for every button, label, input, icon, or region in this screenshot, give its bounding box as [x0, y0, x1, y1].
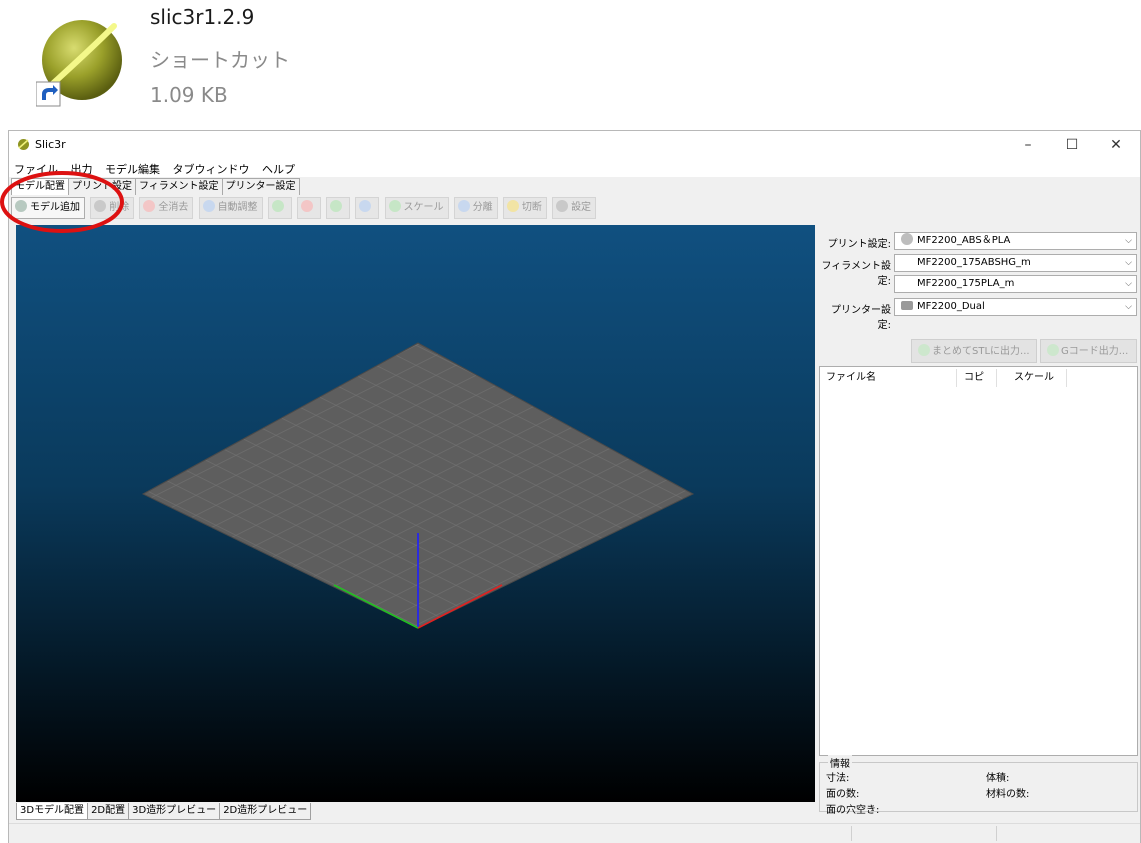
- menu-help[interactable]: ヘルプ: [258, 159, 299, 177]
- print-settings-label: プリント設定:: [827, 239, 891, 250]
- print-settings-select[interactable]: MF2200_ABS＆PLA ⌵: [894, 232, 1137, 250]
- build-plate-scene: [141, 342, 695, 629]
- printer-settings-select[interactable]: MF2200_Dual ⌵: [894, 298, 1137, 316]
- shortcut-arrow-icon: [36, 81, 61, 107]
- filament-select-2[interactable]: MF2200_175PLA_m ⌵: [894, 275, 1137, 293]
- info-box: 情報 寸法: 体積: 面の数: 材料の数: 面の穴空き:: [819, 755, 1138, 816]
- export-gcode-button[interactable]: Gコード出力...: [1040, 339, 1137, 363]
- gcode-icon: [1047, 344, 1059, 356]
- settings-button[interactable]: 設定: [552, 197, 597, 219]
- view-tabs: 3Dモデル配置 2D配置 3D造形プレビュー 2D造形プレビュー: [16, 803, 312, 821]
- info-title: 情報: [828, 755, 852, 770]
- status-divider: [996, 826, 997, 841]
- info-facets: 面の数:: [826, 789, 860, 800]
- chevron-down-icon: ⌵: [1125, 302, 1132, 312]
- rotate-cw-button[interactable]: [355, 197, 380, 219]
- info-volume: 体積:: [986, 773, 1010, 784]
- chevron-down-icon: ⌵: [1125, 236, 1132, 246]
- column-scale[interactable]: スケール: [1008, 367, 1054, 389]
- plus-icon: [271, 200, 284, 212]
- split-icon: [457, 200, 470, 212]
- rotate-ccw-button[interactable]: [326, 197, 351, 219]
- tab-3d-plater[interactable]: 3Dモデル配置: [16, 803, 89, 820]
- menu-bar: ファイル 出力 モデル編集 タブウィンドウ ヘルプ: [9, 159, 1140, 177]
- remove-instance-button[interactable]: [296, 197, 321, 219]
- tab-2d-preview[interactable]: 2D造形プレビュー: [219, 803, 312, 820]
- annotation-circle: [0, 171, 124, 233]
- slic3r-logo-icon: [18, 139, 29, 150]
- shortcut-type: ショートカット: [150, 48, 290, 72]
- 3d-viewport[interactable]: [16, 225, 815, 802]
- printer-settings-label: プリンター設定:: [831, 305, 891, 331]
- export-stl-button[interactable]: まとめてSTLに出力...: [911, 339, 1037, 363]
- filament-settings-label: フィラメント設定:: [821, 261, 892, 287]
- column-filename[interactable]: ファイル名: [820, 367, 876, 389]
- column-separator: [996, 369, 997, 387]
- object-list[interactable]: ファイル名 コピ スケール: [819, 366, 1138, 756]
- rotate-ccw-icon: [330, 200, 343, 212]
- scale-button[interactable]: スケール: [384, 197, 449, 219]
- cut-icon: [506, 200, 519, 212]
- window-title: Slic3r: [35, 138, 66, 151]
- chevron-down-icon: ⌵: [1125, 258, 1132, 268]
- arrange-icon: [202, 200, 215, 212]
- tab-2d-plater[interactable]: 2D配置: [87, 803, 130, 820]
- info-materials: 材料の数:: [986, 789, 1030, 800]
- info-dimensions: 寸法:: [826, 773, 850, 784]
- object-list-header: ファイル名 コピ スケール: [820, 367, 1137, 389]
- printer-icon: [901, 301, 913, 310]
- cut-button[interactable]: 切断: [502, 197, 547, 219]
- split-button[interactable]: 分離: [453, 197, 498, 219]
- settings-panel: プリント設定: MF2200_ABS＆PLA ⌵ フィラメント設定: MF220…: [819, 225, 1139, 816]
- arrange-button[interactable]: 自動調整: [198, 197, 263, 219]
- column-copies[interactable]: コピ: [958, 367, 984, 389]
- minus-icon: [300, 200, 313, 212]
- filament-select-1[interactable]: MF2200_175ABSHG_m ⌵: [894, 254, 1137, 272]
- export-icon: [918, 344, 930, 356]
- shortcut-name: slic3r1.2.9: [150, 5, 255, 29]
- tab-3d-preview[interactable]: 3D造形プレビュー: [128, 803, 221, 820]
- column-separator: [1066, 369, 1067, 387]
- close-button[interactable]: ✕: [1094, 131, 1138, 159]
- shortcut-tile[interactable]: slic3r1.2.9 ショートカット 1.09 KB: [20, 0, 420, 115]
- info-holes: 面の穴空き:: [826, 805, 880, 816]
- app-window: Slic3r – ☐ ✕ ファイル 出力 モデル編集 タブウィンドウ ヘルプ モ…: [8, 130, 1141, 843]
- maximize-button[interactable]: ☐: [1050, 131, 1094, 159]
- column-separator: [956, 369, 957, 387]
- shortcut-size: 1.09 KB: [150, 83, 228, 107]
- status-bar: [9, 823, 1140, 843]
- status-divider: [851, 826, 852, 841]
- add-instance-button[interactable]: [267, 197, 292, 219]
- menu-tab-window[interactable]: タブウィンドウ: [169, 159, 254, 177]
- rotate-cw-icon: [359, 200, 372, 212]
- chevron-down-icon: ⌵: [1125, 279, 1132, 289]
- gear-icon: [901, 233, 913, 245]
- minimize-button[interactable]: –: [1006, 131, 1050, 159]
- tab-printer-settings[interactable]: プリンター設定: [221, 178, 300, 195]
- gear-icon: [556, 200, 569, 212]
- title-bar[interactable]: Slic3r – ☐ ✕: [9, 131, 1140, 159]
- scale-icon: [388, 200, 401, 212]
- slic3r-logo-icon: [36, 20, 122, 107]
